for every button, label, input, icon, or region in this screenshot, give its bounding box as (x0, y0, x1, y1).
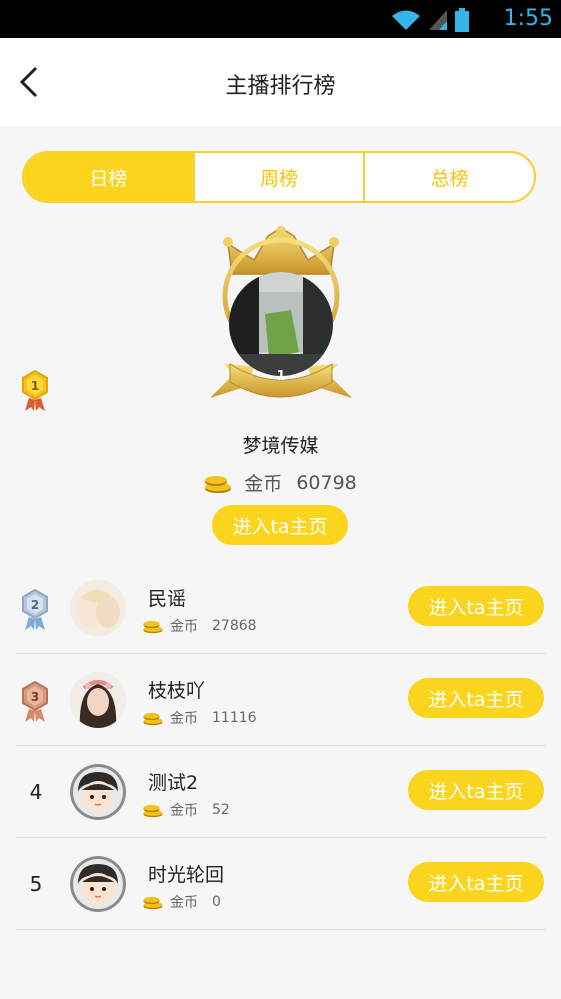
wifi-icon (392, 10, 420, 30)
ranking-tabs: 日榜 周榜 总榜 (22, 151, 536, 203)
coin-value: 60798 (296, 471, 357, 494)
top1-name: 梦境传媒 (242, 435, 319, 457)
coin-stack-icon (143, 620, 163, 634)
user-name: 时光轮回 (148, 864, 225, 886)
list-item[interactable]: 2 民谣 金币 27868 进入ta主页 (16, 562, 546, 654)
avatar[interactable] (70, 580, 126, 636)
user-coins: 金币 52 (142, 800, 230, 820)
avatar-photo (229, 272, 333, 376)
top1-enter-button[interactable]: 进入ta主页 (212, 505, 348, 545)
battery-icon (455, 8, 469, 32)
coin-label: 金币 (244, 473, 283, 495)
list-item[interactable]: 4 测试2 金币 52 进入ta主页 (16, 746, 546, 838)
status-icons (391, 8, 469, 32)
medal-number: 3 (31, 690, 39, 704)
default-avatar-icon (70, 856, 126, 912)
avatar-photo (70, 580, 126, 636)
rank-number: 4 (29, 780, 43, 804)
user-name: 测试2 (148, 772, 199, 794)
tab-weekly[interactable]: 周榜 (192, 153, 364, 201)
coin-stack-icon (143, 896, 163, 910)
top1-coins: 金币 60798 (0, 469, 561, 496)
coin-label: 金币 (170, 711, 198, 727)
title-bar: 主播排行榜 (0, 38, 561, 126)
silver-medal-icon: 2 (22, 589, 48, 630)
user-coins: 金币 0 (142, 892, 221, 912)
page-title: 主播排行榜 (225, 74, 336, 99)
top1-avatar-frame: 1 (208, 226, 354, 416)
ranking-list: 2 民谣 金币 27868 进入ta主页 3 枝枝吖 金币 11116 进入ta… (16, 562, 546, 930)
avatar[interactable] (70, 764, 126, 820)
default-avatar-icon (70, 764, 126, 820)
status-bar: 1:55 (0, 0, 561, 38)
bronze-medal-icon: 3 (22, 681, 48, 722)
tab-daily[interactable]: 日榜 (24, 153, 193, 201)
top1-avatar[interactable] (229, 272, 333, 376)
rank-number: 5 (29, 872, 43, 896)
coin-label: 金币 (170, 619, 198, 635)
top1-card: 1 1 梦境传媒 金币 60798 进入ta主页 (0, 226, 561, 556)
top1-rank-label: 1 (276, 369, 286, 384)
enter-homepage-button[interactable]: 进入ta主页 (408, 586, 544, 626)
coin-value: 52 (212, 802, 230, 818)
coin-label: 金币 (170, 803, 198, 819)
gold-medal-icon (22, 370, 48, 411)
coin-value: 0 (212, 894, 221, 910)
avatar[interactable] (70, 672, 126, 728)
coin-value: 11116 (212, 710, 257, 726)
enter-homepage-button[interactable]: 进入ta主页 (408, 770, 544, 810)
user-coins: 金币 27868 (142, 616, 257, 636)
status-time: 1:55 (503, 6, 553, 31)
coin-stack-icon (143, 804, 163, 818)
user-coins: 金币 11116 (142, 708, 257, 728)
list-item[interactable]: 3 枝枝吖 金币 11116 进入ta主页 (16, 654, 546, 746)
coin-value: 27868 (212, 618, 257, 634)
coin-stack-icon (143, 712, 163, 726)
tab-total[interactable]: 总榜 (363, 153, 534, 201)
avatar[interactable] (70, 856, 126, 912)
coin-label: 金币 (170, 895, 198, 911)
user-name: 枝枝吖 (148, 680, 206, 702)
enter-homepage-button[interactable]: 进入ta主页 (408, 678, 544, 718)
user-name: 民谣 (148, 588, 187, 610)
enter-homepage-button[interactable]: 进入ta主页 (408, 862, 544, 902)
medal-number: 2 (31, 598, 39, 612)
coin-stack-icon (205, 475, 232, 493)
list-item[interactable]: 5 时光轮回 金币 0 进入ta主页 (16, 838, 546, 930)
avatar-photo (70, 672, 126, 728)
signal-icon (429, 10, 447, 30)
